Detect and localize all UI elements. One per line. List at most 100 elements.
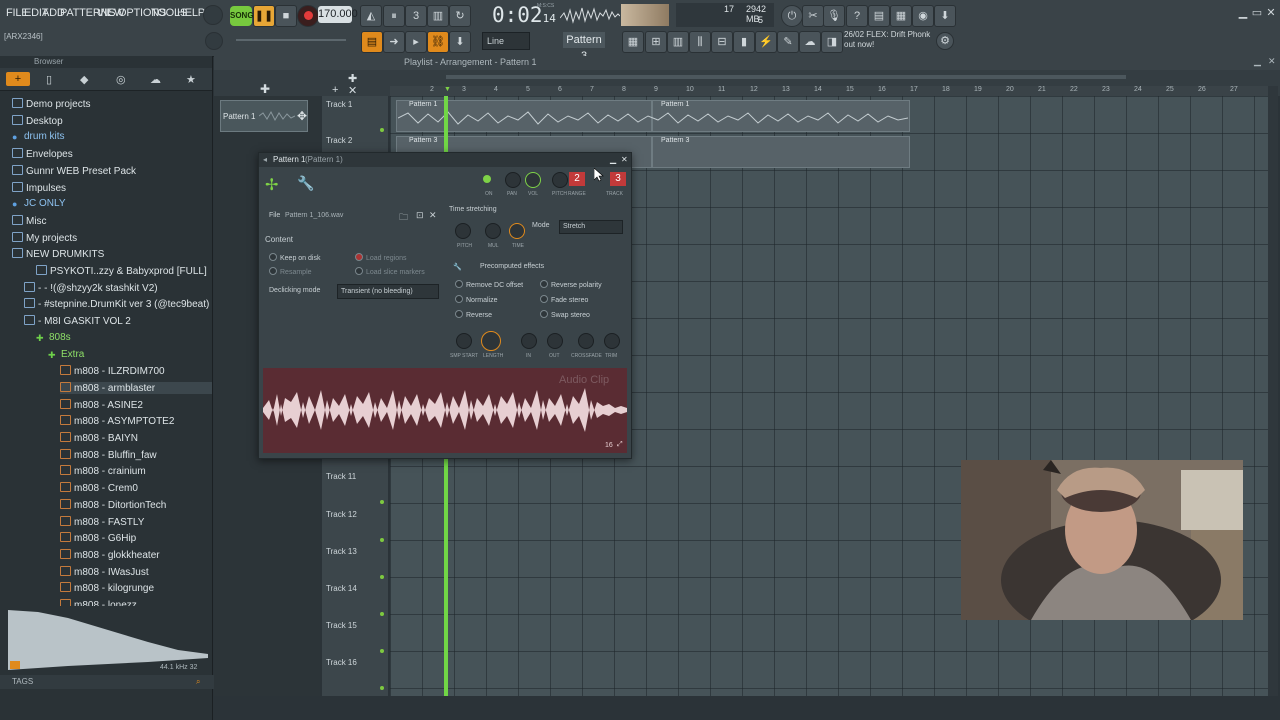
swap-stereo-option[interactable]: Swap stereo — [540, 310, 590, 319]
browser-item[interactable]: m808 - IWasJust — [60, 565, 149, 578]
minimize-icon[interactable]: ▁ — [1236, 6, 1250, 20]
out-knob[interactable] — [547, 333, 563, 349]
browser-item[interactable]: m808 - DitortionTech — [60, 498, 166, 511]
window-minimize-icon[interactable]: ▁ — [610, 153, 616, 167]
mic-icon[interactable]: 🎙 — [823, 5, 845, 27]
star-icon[interactable]: ★ — [186, 73, 196, 86]
track-mute-led[interactable] — [380, 128, 384, 132]
pattern-selector[interactable]: Pattern 3 — [563, 32, 605, 62]
pattern-picker-item[interactable]: Pattern 1 ✥ — [220, 100, 308, 132]
browser-item[interactable]: m808 - crainium — [60, 465, 146, 477]
faders-icon[interactable]: ⫼ — [689, 31, 711, 53]
midi-icon[interactable]: ▦ — [890, 5, 912, 27]
plugin-icon[interactable]: ⊟ — [711, 31, 733, 53]
browser-item[interactable]: m808 - Bluffin_faw — [60, 448, 157, 461]
crossfade-knob[interactable] — [578, 333, 594, 349]
fade-stereo-option[interactable]: Fade stereo — [540, 295, 588, 304]
song-mode-button[interactable]: SONG — [230, 6, 254, 26]
browser-item[interactable]: ✚ 808s — [36, 332, 71, 343]
load-slice-option[interactable]: Load slice markers — [355, 267, 425, 276]
tags-bar[interactable]: TAGS ⌕ — [0, 675, 224, 689]
add-pattern-icon[interactable]: ✚ — [260, 82, 270, 96]
tempo-display[interactable]: 170.000 — [318, 6, 358, 23]
wrench-icon[interactable]: 🔧 — [297, 175, 314, 192]
expand-icon[interactable]: ⤢ — [617, 441, 623, 449]
undo-icon[interactable]: ⏻ — [781, 5, 803, 27]
browser-item[interactable]: m808 - ILZRDIM700 — [60, 365, 165, 377]
browser-item[interactable]: - - !(@shzyy2k stashkit V2) — [24, 281, 158, 294]
keep-on-disk-option[interactable]: Keep on disk — [269, 253, 320, 262]
search-icon[interactable]: ⌕ — [196, 675, 200, 689]
track-mute-led[interactable] — [380, 686, 384, 690]
snap-select[interactable]: Line — [482, 32, 530, 50]
ts-mul-knob[interactable] — [485, 223, 501, 239]
track-mute-led[interactable] — [380, 612, 384, 616]
browser-item[interactable]: m808 - FASTLY — [60, 515, 144, 528]
browser-item[interactable]: m808 - BAIYN — [60, 432, 138, 444]
arrow-right-icon[interactable]: ➜ — [383, 31, 405, 53]
volume-knob[interactable] — [525, 172, 541, 188]
record-icon[interactable] — [297, 5, 319, 27]
browser-item[interactable]: PSYKOTI..zzy & Babyxprod [FULL] — [36, 265, 207, 277]
maximize-icon[interactable]: ▭ — [1250, 6, 1264, 20]
stamp-icon[interactable]: ⬇ — [449, 31, 471, 53]
move-icon[interactable]: ✥ — [297, 109, 307, 123]
remove-dc-option[interactable]: Remove DC offset — [455, 280, 523, 289]
plugin-tab-icon[interactable]: ◆ — [80, 73, 88, 86]
trim-knob[interactable] — [604, 333, 620, 349]
channel-on-led[interactable] — [483, 175, 491, 183]
browser-item[interactable]: m808 - armblaster — [60, 381, 212, 394]
browser-item[interactable]: m808 - ASYMPTOTE2 — [60, 415, 174, 427]
file-name[interactable]: Pattern 1_106.wav — [285, 212, 343, 219]
audio-clip-waveform-panel[interactable]: Audio Clip 16 ⤢ — [263, 368, 627, 453]
track-name[interactable]: Track 12 — [326, 510, 357, 519]
ts-time-knob[interactable] — [509, 223, 525, 239]
master-volume-slider[interactable] — [236, 39, 346, 41]
wait-input-icon[interactable]: ⏸ — [383, 5, 405, 27]
fx-wrench-icon[interactable]: 🔧 — [453, 263, 462, 271]
browser-item[interactable]: Envelopes — [12, 148, 73, 160]
playlist-vscroll[interactable] — [1268, 86, 1278, 696]
locate-icon[interactable]: ⊡ — [416, 210, 424, 221]
cloud-icon[interactable]: ☁ — [799, 31, 821, 53]
master-pitch-knob[interactable] — [205, 32, 223, 50]
playlist-titlebar[interactable]: Playlist - Arrangement - Pattern 1 ▁ ✕ — [214, 56, 1280, 70]
master-volume-meter[interactable] — [621, 4, 669, 26]
waveform-tab-icon[interactable]: ✢ — [265, 175, 278, 195]
playlist-scrollbar[interactable] — [446, 75, 1126, 79]
track-name[interactable]: Track 13 — [326, 547, 357, 556]
countdown-icon[interactable]: 3 — [405, 5, 427, 27]
track-mute-led[interactable] — [380, 538, 384, 542]
track-name[interactable]: Track 15 — [326, 621, 357, 630]
browser-item[interactable]: m808 - kilogrunge — [60, 582, 154, 594]
pan-knob[interactable] — [505, 172, 521, 188]
range-value[interactable]: 2 — [569, 172, 585, 186]
song-position-marker[interactable]: ▼ — [444, 86, 451, 93]
folder-icon[interactable]: 🗀 — [399, 210, 408, 226]
help-icon[interactable]: ? — [846, 5, 868, 27]
channel-titlebar[interactable]: ◂ Pattern 1 (Pattern 1) ▁ ✕ — [259, 153, 631, 167]
playback-follow-icon[interactable]: ▸ — [405, 31, 427, 53]
samples-tab-icon[interactable]: ◎ — [116, 73, 126, 86]
playlist-minimize-icon[interactable]: ▁ — [1254, 56, 1261, 67]
tools-icon[interactable]: ✎ — [777, 31, 799, 53]
mixer-icon[interactable]: ⊞ — [645, 31, 667, 53]
track-mute-led[interactable] — [380, 500, 384, 504]
length-knob[interactable] — [481, 331, 501, 351]
cloud-tab-icon[interactable]: ☁ — [150, 73, 161, 86]
file-clear-icon[interactable]: ✕ — [429, 210, 437, 221]
in-knob[interactable] — [521, 333, 537, 349]
link-icon[interactable]: ⛓ — [427, 31, 449, 53]
track-name[interactable]: Track 2 — [326, 136, 352, 145]
track-name[interactable]: Track 16 — [326, 658, 357, 667]
mixer-track-value[interactable]: 3 — [610, 172, 626, 186]
browser-item[interactable]: m808 - glokkheater — [60, 548, 160, 561]
browser-item[interactable]: My projects — [12, 231, 77, 244]
menu-help[interactable]: HELP — [177, 7, 205, 19]
plug-icon[interactable]: ⚡ — [755, 31, 777, 53]
browser-item[interactable]: ✚ Extra — [48, 349, 84, 360]
sample-play-icon[interactable] — [10, 661, 20, 669]
all-tab-icon[interactable]: + — [6, 72, 30, 86]
reverse-option[interactable]: Reverse — [455, 310, 492, 319]
browser-item[interactable]: Gunnr WEB Preset Pack — [12, 164, 136, 177]
